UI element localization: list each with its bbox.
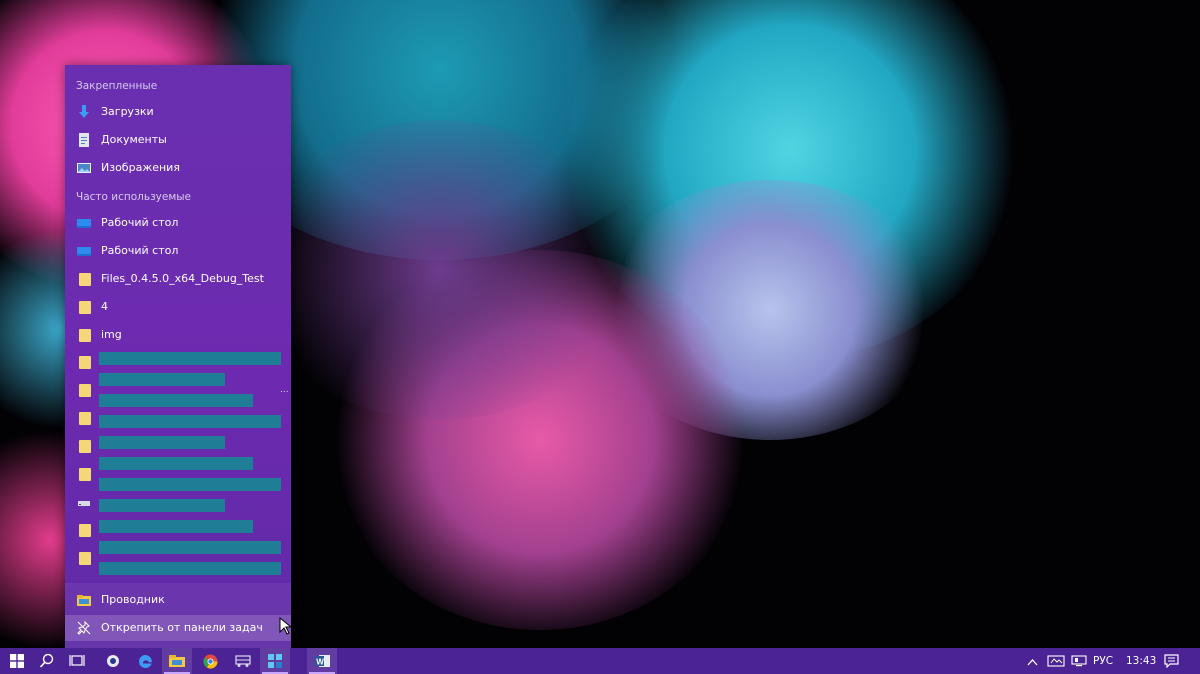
tray-icon-1[interactable]: [1047, 655, 1065, 670]
svg-text:W: W: [316, 657, 324, 666]
open-explorer-item[interactable]: Проводник: [65, 587, 291, 613]
folder-icon: [79, 301, 91, 314]
notification-icon: [1164, 654, 1179, 669]
taskbar-edge[interactable]: [130, 648, 160, 674]
windows-logo-icon: [10, 654, 24, 668]
taskbar-file-explorer[interactable]: [162, 648, 192, 674]
pinned-item-pictures[interactable]: Изображения: [65, 155, 291, 181]
folder-icon: [79, 273, 91, 286]
taskbar-word[interactable]: W: [307, 648, 337, 674]
frequent-item-label: Рабочий стол: [101, 244, 179, 257]
input-language[interactable]: РУС: [1093, 655, 1113, 667]
tray-icon-2[interactable]: [1071, 655, 1087, 670]
file-explorer-icon: [169, 655, 185, 667]
search-icon: [39, 653, 54, 668]
frequent-item-label: Рабочий стол: [101, 216, 179, 229]
frequent-item-folder[interactable]: img: [65, 322, 291, 348]
folder-icon: [79, 440, 91, 453]
chevron-up-icon: [1027, 659, 1038, 666]
unpin-from-taskbar-label: Открепить от панели задач: [101, 621, 263, 634]
frequent-item-label: img: [101, 328, 122, 341]
frequent-item-label: 4: [101, 300, 108, 313]
unpin-icon: [77, 620, 91, 635]
folder-icon: [79, 412, 91, 425]
drive-icon: [78, 501, 90, 506]
frequent-item-label: Files_0.4.5.0_x64_Debug_Test: [101, 272, 264, 285]
redaction-bar: [99, 562, 281, 575]
chrome-icon: [202, 654, 218, 669]
more-options-indicator[interactable]: ...: [280, 385, 289, 395]
jump-list-tasks: Проводник Открепить от панели задач: [65, 583, 291, 648]
vehicle-app-icon: [235, 655, 251, 667]
taskbar-jump-list: Закрепленные Загрузки Документы Изображе…: [65, 65, 291, 648]
pinned-item-label: Документы: [101, 133, 167, 146]
folder-icon: [79, 552, 91, 565]
folder-icon: [79, 468, 91, 481]
start-button[interactable]: [2, 648, 32, 674]
frequent-item-desktop[interactable]: Рабочий стол: [65, 238, 291, 264]
folder-icon: [79, 329, 91, 342]
unpin-from-taskbar-item[interactable]: Открепить от панели задач: [65, 615, 291, 641]
taskbar-app-bus[interactable]: [228, 648, 258, 674]
open-explorer-label: Проводник: [101, 593, 165, 606]
show-hidden-icons[interactable]: [1027, 656, 1038, 669]
taskbar: W РУС 13:43: [0, 648, 1200, 674]
file-explorer-icon: [77, 595, 91, 606]
pinned-item-label: Изображения: [101, 161, 180, 174]
pinned-item-downloads[interactable]: Загрузки: [65, 99, 291, 125]
frequent-item-redacted[interactable]: [65, 517, 291, 543]
taskbar-app-1[interactable]: [98, 648, 128, 674]
redaction-bar: [99, 415, 281, 428]
tiles-app-icon: [268, 654, 282, 668]
frequent-item-redacted[interactable]: [65, 489, 291, 515]
desktop-icon: [77, 219, 91, 228]
frequent-item-desktop[interactable]: Рабочий стол: [65, 210, 291, 236]
pinned-item-label: Загрузки: [101, 105, 154, 118]
monitor-icon: [1071, 655, 1087, 667]
folder-icon: [79, 524, 91, 537]
folder-icon: [79, 356, 91, 369]
document-icon: [79, 133, 89, 147]
word-icon: W: [314, 655, 330, 667]
edge-icon: [138, 654, 152, 668]
action-center-button[interactable]: [1164, 654, 1179, 671]
pictures-icon: [77, 163, 91, 173]
clock[interactable]: 13:43: [1126, 655, 1156, 667]
search-button[interactable]: [32, 648, 62, 674]
task-view-icon: [69, 655, 85, 666]
frequent-item-folder[interactable]: Files_0.4.5.0_x64_Debug_Test: [65, 266, 291, 292]
redaction-bar: [99, 352, 281, 365]
task-view-button[interactable]: [62, 648, 92, 674]
download-arrow-icon: [79, 105, 89, 118]
mouse-cursor-icon: [279, 617, 291, 635]
frequent-item-redacted[interactable]: [65, 433, 291, 459]
taskbar-app-tiles[interactable]: [260, 648, 290, 674]
pinned-item-documents[interactable]: Документы: [65, 127, 291, 153]
network-icon: [1047, 655, 1065, 667]
folder-icon: [79, 384, 91, 397]
pinned-section-title: Закрепленные: [76, 80, 158, 92]
wallpaper-smoke-purple: [250, 120, 630, 420]
circle-app-icon: [107, 655, 119, 667]
taskbar-chrome[interactable]: [195, 648, 225, 674]
desktop-icon: [77, 247, 91, 256]
frequent-item-folder[interactable]: 4: [65, 294, 291, 320]
frequent-section-title: Часто используемые: [76, 191, 191, 203]
